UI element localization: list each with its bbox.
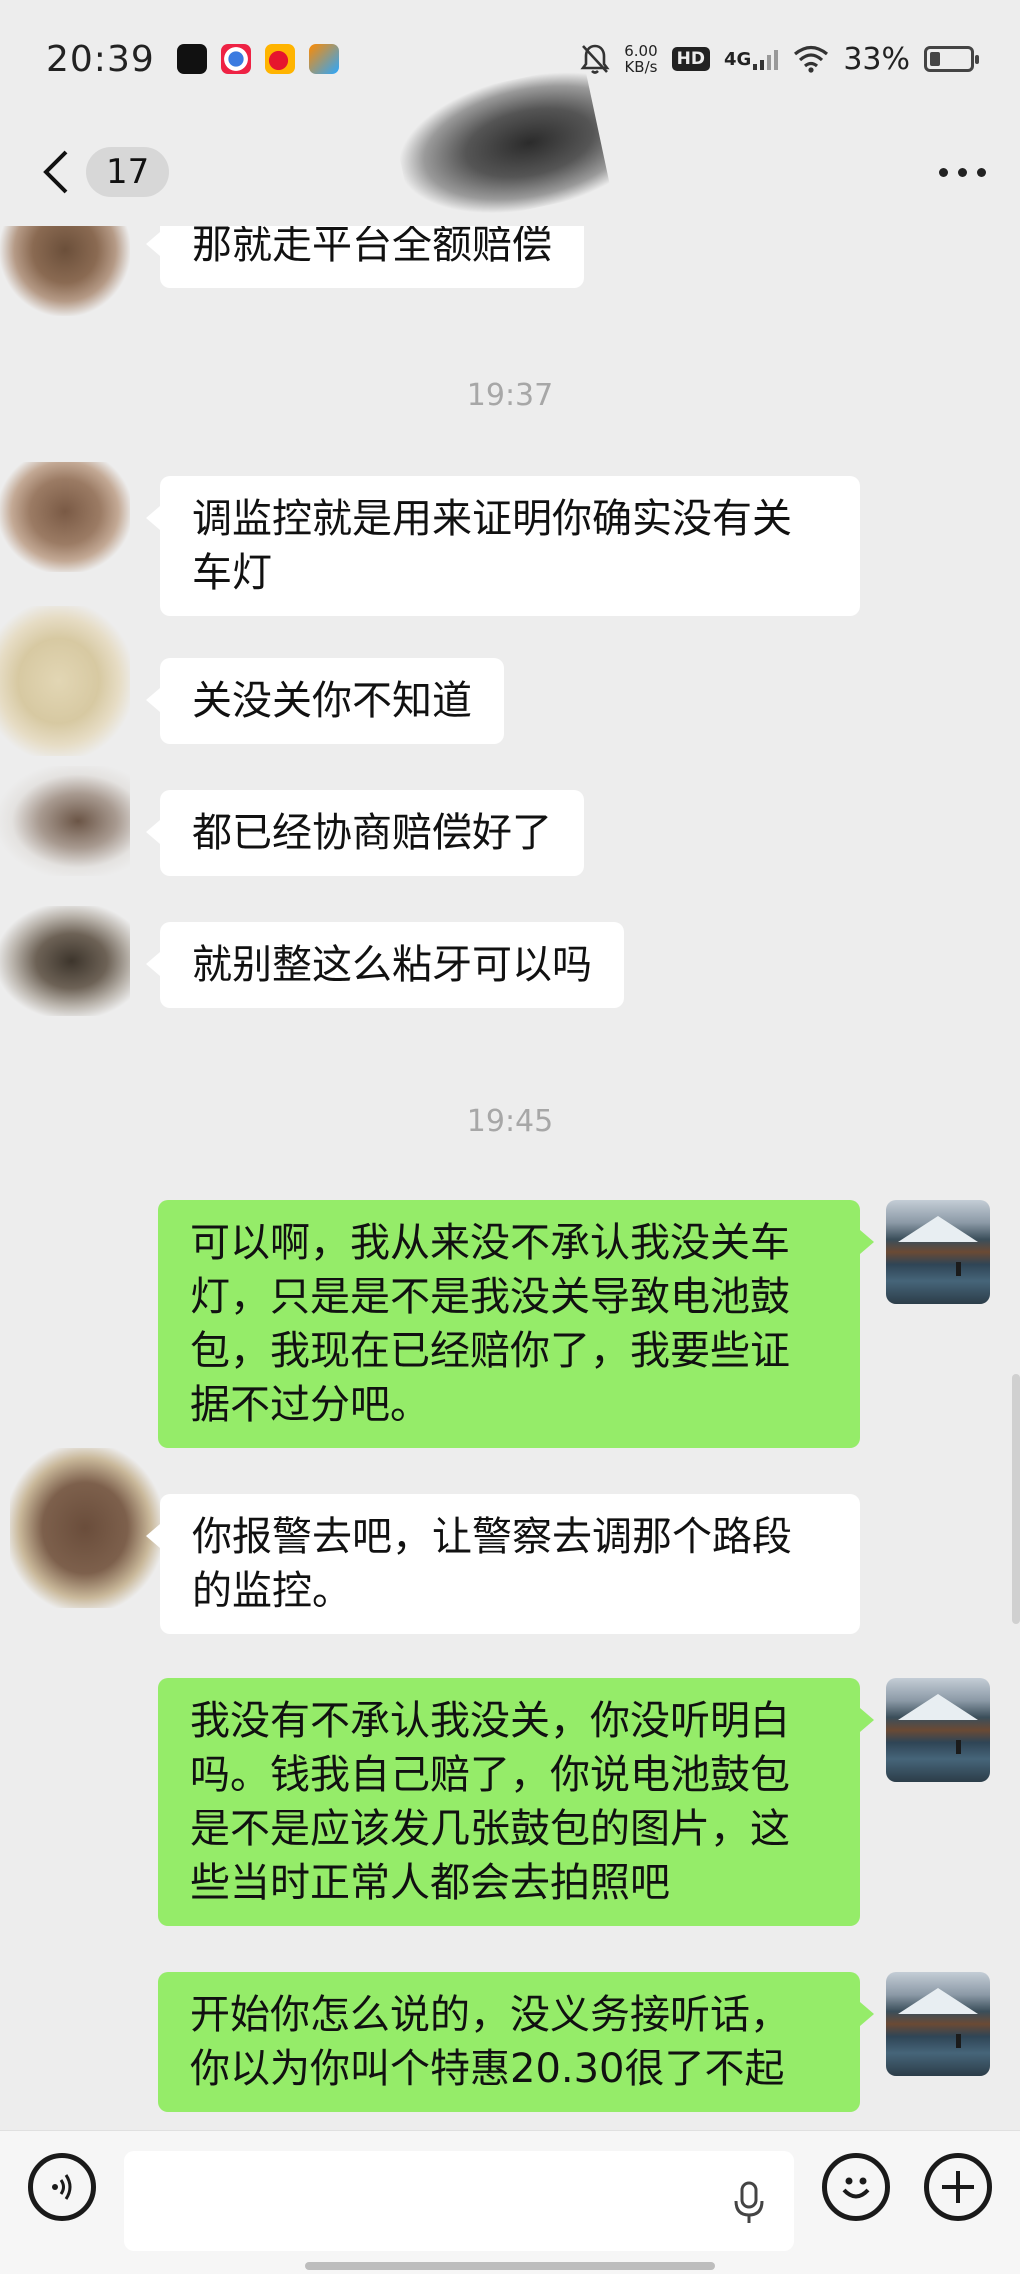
message-text: 那就走平台全额赔偿 (192, 226, 552, 268)
message-bubble-incoming[interactable]: 调监控就是用来证明你确实没有关 车灯 (146, 476, 860, 616)
tiktok-icon (176, 44, 207, 74)
message-bubble-incoming[interactable]: 就别整这么粘牙可以吗 (146, 922, 624, 1008)
hd-badge: HD (671, 47, 710, 71)
contact-avatar-redacted[interactable] (0, 606, 130, 756)
add-icon[interactable] (924, 2153, 992, 2221)
message-text-line: 吗。钱我自己赔了，你说电池鼓包 (190, 1752, 790, 1798)
contact-avatar-redacted[interactable] (0, 462, 130, 572)
message-text-line: 开始你怎么说的，没义务接听话， (190, 1992, 790, 2038)
message-text: 就别整这么粘牙可以吗 (192, 942, 592, 988)
message-bubble-outgoing[interactable]: 开始你怎么说的，没义务接听话， 你以为你叫个特惠20.30很了不起 (158, 1972, 874, 2112)
voice-toggle-icon[interactable] (28, 2153, 96, 2221)
message-bubble-incoming[interactable]: 你报警去吧，让警察去调那个路段 的监控。 (146, 1494, 860, 1634)
chat-header: 17 (0, 64, 1020, 234)
my-avatar[interactable] (886, 1200, 990, 1304)
status-right: 6.00 KB/s HD 4G 33% (580, 41, 979, 77)
message-text-line: 我没有不承认我没关，你没听明白 (190, 1698, 790, 1744)
weibo-icon (264, 44, 295, 74)
message-bubble-incoming[interactable]: 那就走平台全额赔偿 (146, 226, 584, 288)
message-text-line: 是不是应该发几张鼓包的图片，这 (190, 1806, 790, 1852)
battery-icon (924, 46, 979, 72)
contact-avatar-redacted[interactable] (0, 906, 130, 1016)
microphone-icon[interactable] (732, 2181, 766, 2229)
wifi-icon (794, 45, 829, 73)
message-text: 关没关你不知道 (192, 678, 472, 724)
message-text-line: 调监控就是用来证明你确实没有关 (192, 496, 792, 542)
cellular-signal: 4G (724, 48, 779, 70)
message-input-bar (0, 2130, 1020, 2274)
unread-count-badge[interactable]: 17 (86, 147, 170, 197)
message-bubble-outgoing[interactable]: 可以啊，我从来没不承认我没关车 灯，只是是不是我没关导致电池鼓 包，我现在已经赔… (158, 1200, 874, 1448)
network-speed: 6.00 KB/s (624, 43, 657, 75)
my-avatar[interactable] (886, 1972, 990, 2076)
chat-message-list[interactable]: 那就走平台全额赔偿 19:37 调监控就是用来证明你确实没有关 车灯 关没关你不… (0, 226, 1020, 2130)
message-text-line: 的监控。 (192, 1568, 352, 1614)
message-text-input[interactable] (124, 2151, 794, 2251)
scrollbar[interactable] (1012, 1374, 1020, 1624)
message-text-line: 包，我现在已经赔你了，我要些证 (190, 1328, 790, 1374)
news-app-icon (220, 44, 251, 74)
message-timestamp: 19:37 (466, 378, 554, 413)
contact-avatar-redacted[interactable] (0, 766, 130, 876)
contact-avatar-redacted[interactable] (0, 226, 130, 316)
message-timestamp: 19:45 (466, 1104, 554, 1139)
speed-value: 6.00 (624, 42, 658, 60)
back-arrow-icon[interactable] (34, 142, 78, 202)
message-text-line: 你报警去吧，让警察去调那个路段 (192, 1514, 792, 1560)
message-bubble-incoming[interactable]: 都已经协商赔偿好了 (146, 790, 584, 876)
message-text: 都已经协商赔偿好了 (192, 810, 552, 856)
notification-icons (176, 44, 339, 74)
status-time: 20:39 (46, 38, 155, 80)
more-options-icon[interactable] (939, 167, 986, 177)
speed-unit: KB/s (624, 58, 658, 76)
shopping-app-icon (308, 44, 339, 74)
home-indicator[interactable] (305, 2262, 715, 2270)
message-text-line: 些当时正常人都会去拍照吧 (190, 1860, 670, 1906)
message-bubble-incoming[interactable]: 关没关你不知道 (146, 658, 504, 744)
contact-avatar-redacted[interactable] (10, 1448, 160, 1608)
signal-bars-icon (753, 50, 779, 70)
message-text-line: 灯，只是是不是我没关导致电池鼓 (190, 1274, 790, 1320)
message-text-line: 车灯 (192, 550, 272, 596)
message-text-line: 据不过分吧。 (190, 1382, 430, 1428)
my-avatar[interactable] (886, 1678, 990, 1782)
message-bubble-outgoing[interactable]: 我没有不承认我没关，你没听明白 吗。钱我自己赔了，你说电池鼓包 是不是应该发几张… (158, 1678, 874, 1926)
message-text-line: 你以为你叫个特惠20.30很了不起 (190, 2046, 785, 2092)
network-type: 4G (724, 49, 752, 70)
battery-percent: 33% (843, 41, 910, 77)
emoji-icon[interactable] (822, 2153, 890, 2221)
message-text-line: 可以啊，我从来没不承认我没关车 (190, 1220, 790, 1266)
